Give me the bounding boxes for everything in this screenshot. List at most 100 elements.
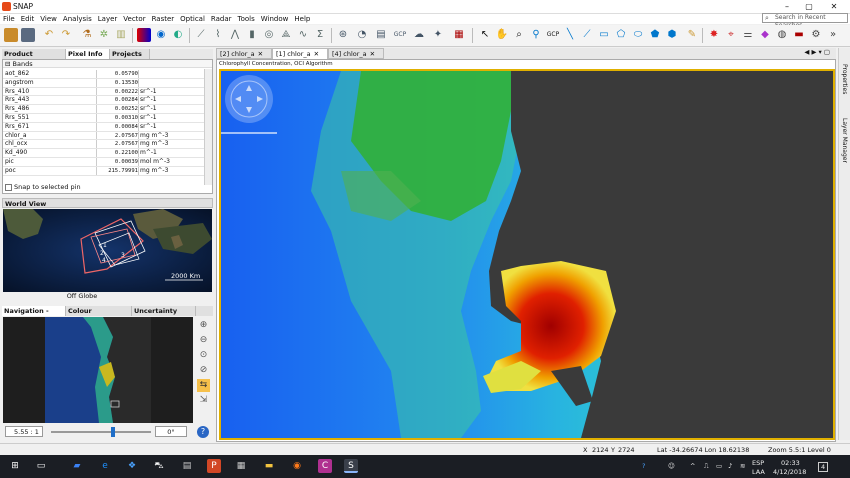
- menu-tools[interactable]: Tools: [235, 14, 258, 24]
- grid-icon[interactable]: ▦: [452, 28, 466, 42]
- people-icon[interactable]: ☺: [668, 462, 675, 470]
- clock-time[interactable]: 02:33: [781, 459, 800, 467]
- tab-chlor-a-2[interactable]: [2] chlor_a ✕: [216, 48, 272, 59]
- close-tab-icon[interactable]: ✕: [314, 50, 319, 58]
- explorer-folder-icon[interactable]: ▬: [262, 459, 276, 473]
- globe-icon[interactable]: ◍: [775, 28, 789, 42]
- menu-file[interactable]: File: [0, 14, 18, 24]
- tab-product-explorer[interactable]: Product Explorer: [2, 49, 66, 68]
- star-icon[interactable]: ✸: [707, 28, 721, 42]
- zoom-in-icon[interactable]: ⊕: [197, 319, 210, 332]
- wifi-icon[interactable]: ≋: [740, 462, 745, 470]
- toolbar-chevron-icon[interactable]: »: [826, 28, 840, 42]
- overlay-icon[interactable]: ◆: [758, 28, 772, 42]
- minimize-button[interactable]: –: [778, 1, 796, 12]
- zoom-tool-icon[interactable]: ⌕: [512, 28, 526, 42]
- compass-navigator[interactable]: [225, 75, 273, 123]
- menu-help[interactable]: Help: [291, 14, 313, 24]
- zoom-pixel-icon[interactable]: ⊙: [197, 349, 210, 362]
- menu-layer[interactable]: Layer: [95, 14, 121, 24]
- menu-vector[interactable]: Vector: [120, 14, 148, 24]
- layer-manager-tab[interactable]: Layer Manager: [841, 118, 848, 163]
- pixel-info-icon[interactable]: ◉: [154, 28, 168, 42]
- powerpoint-icon[interactable]: P: [207, 459, 221, 473]
- search-input[interactable]: ⌕ Search in Recent Searches: [762, 13, 848, 29]
- time-series-icon[interactable]: ◔: [355, 28, 369, 42]
- pin-tool-icon[interactable]: ⚲: [529, 28, 543, 42]
- sync-views-icon[interactable]: ⚌: [741, 28, 755, 42]
- polyline-tool-icon[interactable]: ⟋: [580, 28, 594, 42]
- zoom-scale-field[interactable]: 5.55 : 1: [5, 426, 43, 437]
- store-pinned-icon[interactable]: ▰: [70, 459, 84, 473]
- spectrum-icon[interactable]: ⋀: [228, 28, 242, 42]
- tab-navigation[interactable]: Navigation - [1...: [2, 306, 66, 325]
- pan-tool-icon[interactable]: ✋: [495, 28, 509, 42]
- rotation-field[interactable]: 0°: [155, 426, 187, 437]
- mask-icon[interactable]: ⊛: [336, 28, 350, 42]
- snap-taskbar-icon[interactable]: S: [344, 459, 358, 473]
- menu-window[interactable]: Window: [258, 14, 292, 24]
- menu-raster[interactable]: Raster: [149, 14, 178, 24]
- gcp-tool-icon[interactable]: GCP: [546, 28, 560, 42]
- properties-tab[interactable]: Properties: [841, 64, 848, 94]
- colour-manipulation-icon[interactable]: [137, 28, 151, 42]
- file-manager-icon[interactable]: ▤: [180, 459, 194, 473]
- world-map-icon[interactable]: ◐: [171, 28, 185, 42]
- world-view-title[interactable]: World View: [2, 198, 213, 208]
- bands-section-header[interactable]: ⊟ Bands: [3, 60, 212, 68]
- tab-pixel-info[interactable]: Pixel Info: [66, 49, 110, 59]
- chlorophyll-image-view[interactable]: [219, 69, 835, 440]
- tab-uncertainty-visualisation[interactable]: Uncertainty Visua...: [132, 306, 196, 325]
- cloud-icon[interactable]: ☁: [412, 28, 426, 42]
- navigation-preview[interactable]: [3, 317, 193, 423]
- graph-icon[interactable]: ⌇: [211, 28, 225, 42]
- undo-icon[interactable]: ↶: [42, 28, 56, 42]
- settings-icon[interactable]: ⚙: [809, 28, 823, 42]
- vector-icon[interactable]: ⟋: [194, 28, 208, 42]
- sum-icon[interactable]: Σ: [313, 28, 327, 42]
- help-tray-icon[interactable]: ?: [642, 462, 645, 470]
- close-button[interactable]: ✕: [825, 1, 843, 12]
- tab-chlor-a-4[interactable]: [4] chlor_a ✕: [328, 48, 384, 59]
- save-product-icon[interactable]: [21, 28, 35, 42]
- scatter-icon[interactable]: ◎: [262, 28, 276, 42]
- firefox-icon[interactable]: ◉: [290, 459, 304, 473]
- histogram-icon[interactable]: ▮: [245, 28, 259, 42]
- tab-projects[interactable]: Projects: [110, 49, 150, 59]
- statistics-icon[interactable]: ∿: [296, 28, 310, 42]
- open-product-icon[interactable]: [4, 28, 18, 42]
- tab-chlor-a-1[interactable]: [1] chlor_a ✕: [272, 48, 328, 59]
- draw-tool-icon[interactable]: ✎: [685, 28, 699, 42]
- line-tool-icon[interactable]: ╲: [563, 28, 577, 42]
- pin-icon[interactable]: ✦: [431, 28, 445, 42]
- flag-icon[interactable]: ▤: [374, 28, 388, 42]
- band-maths-icon[interactable]: ⚗: [80, 28, 94, 42]
- range-finder-icon[interactable]: ⬟: [648, 28, 662, 42]
- zoom-all-icon[interactable]: ⊘: [197, 364, 210, 377]
- layer-icon[interactable]: ▬: [792, 28, 806, 42]
- close-tab-icon[interactable]: ✕: [370, 50, 375, 58]
- menu-view[interactable]: View: [37, 14, 60, 24]
- close-tab-icon[interactable]: ✕: [258, 50, 263, 58]
- redo-icon[interactable]: ↷: [59, 28, 73, 42]
- app-c-icon[interactable]: C: [318, 459, 332, 473]
- filter-icon[interactable]: ▥: [114, 28, 128, 42]
- help-icon[interactable]: ?: [197, 426, 209, 438]
- notification-icon[interactable]: 4: [818, 462, 829, 472]
- clock-date[interactable]: 4/12/2018: [773, 468, 806, 476]
- menu-edit[interactable]: Edit: [18, 14, 38, 24]
- sync-cursor-icon[interactable]: ⌖: [724, 28, 738, 42]
- battery-icon[interactable]: ▭: [716, 462, 722, 470]
- maximize-button[interactable]: ▢: [800, 1, 818, 12]
- dropbox-icon[interactable]: ❖: [125, 459, 139, 473]
- pixel-info-scrollbar[interactable]: [204, 69, 212, 185]
- sync-views-nav-icon[interactable]: ⇆: [197, 379, 210, 392]
- language-top[interactable]: ESP: [752, 459, 764, 467]
- edge-browser-icon[interactable]: e: [98, 459, 112, 473]
- sync-cursor-nav-icon[interactable]: ⇲: [197, 394, 210, 407]
- select-tool-icon[interactable]: ↖: [478, 28, 492, 42]
- volume-icon[interactable]: ♪: [728, 462, 732, 470]
- snap-to-pin-checkbox[interactable]: [5, 183, 12, 191]
- calculator-icon[interactable]: ▦: [234, 459, 248, 473]
- menu-radar[interactable]: Radar: [208, 14, 235, 24]
